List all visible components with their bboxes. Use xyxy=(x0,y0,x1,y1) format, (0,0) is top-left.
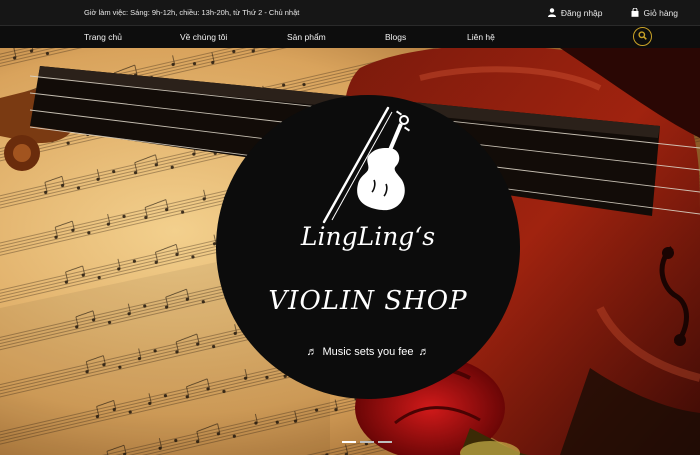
search-button[interactable] xyxy=(633,27,652,46)
brand-name: LingLing‘s xyxy=(300,222,436,251)
account-links: Đăng nhập Giỏ hàng xyxy=(547,7,700,18)
nav-item-contact[interactable]: Liên hệ xyxy=(467,32,495,42)
shopping-bag-icon xyxy=(631,8,639,17)
slogan-text: Music sets you fee xyxy=(322,346,414,358)
slide-dot[interactable] xyxy=(342,441,356,443)
login-link[interactable]: Đăng nhập xyxy=(547,7,603,18)
slide-dot[interactable] xyxy=(378,441,392,443)
slide-dot[interactable] xyxy=(360,441,374,443)
login-label: Đăng nhập xyxy=(560,7,603,18)
slider-pagination xyxy=(342,441,392,443)
slogan: ♬ Music sets you fee ♬ xyxy=(216,346,520,358)
music-note-icon: ♬ xyxy=(306,346,318,358)
nav-item-about[interactable]: Về chúng tôi xyxy=(180,32,227,42)
working-hours: Giờ làm việc: Sáng: 9h-12h, chiều: 13h-2… xyxy=(84,8,300,17)
main-navigation: Trang chủ Về chúng tôi Sản phẩm Blogs Li… xyxy=(0,26,700,48)
cart-link[interactable]: Giỏ hàng xyxy=(631,7,679,18)
user-icon xyxy=(547,8,556,17)
nav-item-products[interactable]: Sản phẩm xyxy=(287,32,326,42)
cart-label: Giỏ hàng xyxy=(643,7,679,18)
search-icon xyxy=(638,31,647,42)
nav-item-blogs[interactable]: Blogs xyxy=(385,32,406,42)
top-info-bar: Giờ làm việc: Sáng: 9h-12h, chiều: 13h-2… xyxy=(0,0,700,26)
nav-item-home[interactable]: Trang chủ xyxy=(84,32,122,42)
brand-title: VIOLIN SHOP xyxy=(268,286,468,316)
violin-logo-icon xyxy=(322,106,411,224)
music-note-icon: ♬ xyxy=(418,346,430,358)
